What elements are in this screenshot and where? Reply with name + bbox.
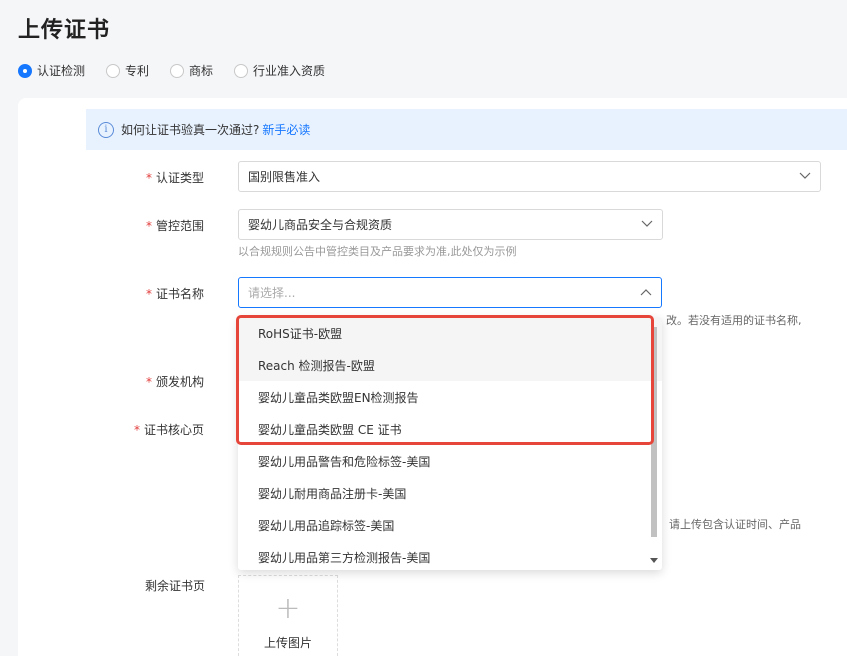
cert-name-placeholder: 请选择... (248, 286, 296, 300)
dropdown-option[interactable]: 婴幼儿童品类欧盟 CE 证书 (238, 413, 662, 445)
radio-checked-icon (18, 63, 32, 78)
notice-banner: i 如何让证书验真一次通过? 新手必读 (86, 109, 847, 150)
scrollbar-thumb[interactable] (651, 327, 657, 537)
dropdown-option[interactable]: 婴幼儿用品追踪标签-美国 (238, 509, 662, 541)
issuer-label: * 颁发机构 (146, 375, 205, 389)
scope-select[interactable]: 婴幼儿商品安全与合规资质 (238, 209, 663, 240)
chevron-down-icon (641, 220, 653, 227)
dropdown-option[interactable]: 婴幼儿童品类欧盟EN检测报告 (238, 381, 662, 413)
cert-name-select[interactable]: 请选择... (238, 277, 662, 308)
radio-label: 行业准入资质 (253, 64, 326, 78)
radio-label: 认证检测 (37, 64, 86, 78)
page-title: 上传证书 (18, 18, 111, 43)
upload-image-label: 上传图片 (263, 636, 312, 650)
core-page-label: * 证书核心页 (134, 423, 205, 437)
dropdown-option[interactable]: 婴幼儿用品警告和危险标签-美国 (238, 445, 662, 477)
dropdown-option[interactable]: Reach 检测报告-欧盟 (238, 349, 662, 381)
cert-name-dropdown: RoHS证书-欧盟 Reach 检测报告-欧盟 婴幼儿童品类欧盟EN检测报告 婴… (238, 317, 662, 570)
radio-industry-qualification[interactable]: 行业准入资质 (234, 62, 325, 79)
radio-certification[interactable]: 认证检测 (18, 62, 85, 79)
cert-type-label: * 认证类型 (146, 171, 205, 185)
scroll-down-arrow-icon[interactable] (650, 558, 658, 563)
radio-trademark[interactable]: 商标 (170, 62, 213, 79)
radio-patent[interactable]: 专利 (106, 62, 149, 79)
rest-pages-label: 剩余证书页 (145, 579, 206, 593)
upload-image-button[interactable]: + 上传图片 (238, 575, 338, 656)
radio-label: 专利 (125, 64, 150, 78)
notice-text: 如何让证书验真一次通过? (121, 123, 260, 137)
scope-hint: 以合规规则公告中管控类目及产品要求为准,此处仅为示例 (238, 245, 517, 258)
dropdown-option[interactable]: 婴幼儿用品第三方检测报告-美国 (238, 541, 662, 570)
info-icon: i (98, 121, 114, 138)
cert-name-hint: 改。若没有适用的证书名称, (666, 314, 802, 327)
chevron-down-icon (799, 172, 811, 179)
scope-value: 婴幼儿商品安全与合规资质 (248, 218, 393, 232)
scope-label: * 管控范围 (146, 219, 205, 233)
radio-label: 商标 (189, 64, 214, 78)
radio-unchecked-icon (106, 63, 121, 78)
cert-type-value: 国别限售准入 (248, 170, 321, 184)
core-page-hint: 请上传包含认证时间、产品 (669, 518, 801, 531)
cert-category-radio-group: 认证检测 专利 商标 行业准入资质 (18, 62, 346, 79)
dropdown-option[interactable]: RoHS证书-欧盟 (238, 317, 662, 349)
chevron-up-icon (640, 289, 652, 296)
dropdown-scrollbar[interactable] (649, 327, 658, 563)
cert-name-label: * 证书名称 (146, 287, 205, 301)
radio-unchecked-icon (234, 63, 249, 78)
dropdown-option[interactable]: 婴幼儿耐用商品注册卡-美国 (238, 477, 662, 509)
plus-icon: + (275, 591, 301, 626)
cert-type-select[interactable]: 国别限售准入 (238, 161, 821, 192)
guide-link[interactable]: 新手必读 (262, 121, 310, 138)
radio-unchecked-icon (170, 63, 185, 78)
